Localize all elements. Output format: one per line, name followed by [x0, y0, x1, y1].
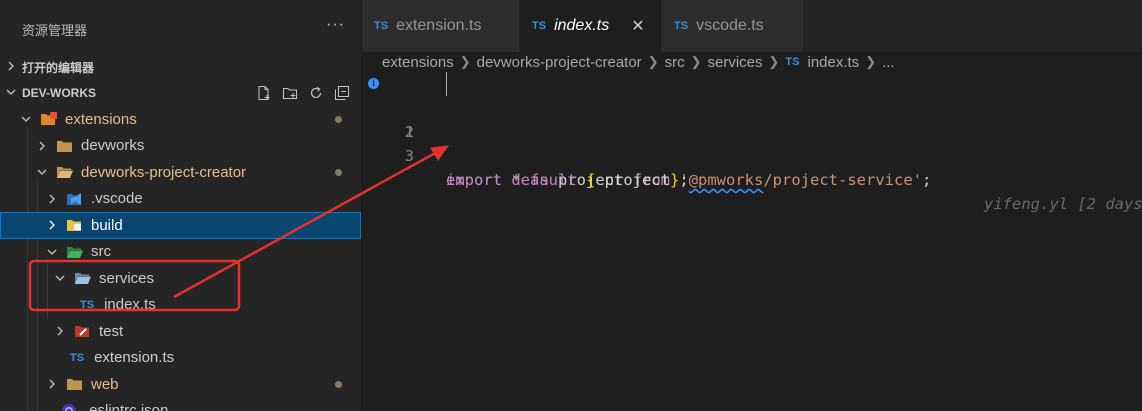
typescript-file-icon: TS [674, 20, 689, 32]
modified-dot [335, 169, 342, 176]
chevron-down-icon [44, 244, 60, 260]
tree-item-devworks-project-creator[interactable]: devworks-project-creator [0, 159, 361, 186]
typescript-file-icon: TS [374, 20, 389, 32]
code-editor[interactable]: i 1 import * as project from '@pmworks/p… [362, 72, 1142, 411]
tab-label: index.ts [554, 17, 610, 34]
workspace-section[interactable]: DEV-WORKS [0, 80, 361, 106]
eslint-icon [60, 403, 78, 411]
breadcrumb-item[interactable]: src [665, 54, 685, 71]
tree-item-extension-ts[interactable]: TS extension.ts [0, 345, 361, 372]
chevron-right-icon: ❯ [647, 54, 659, 69]
explorer-sidebar: 资源管理器 ··· 打开的编辑器 DEV-WORKS extensions de… [0, 0, 362, 411]
refresh-icon[interactable] [307, 84, 325, 102]
git-blame-annotation: yifeng.yl [2 days [984, 195, 1142, 213]
chevron-right-icon: ❯ [459, 54, 471, 69]
tree-item-label: services [99, 269, 155, 287]
tree-item-test[interactable]: test [0, 318, 361, 345]
code-line-1: i 1 import * as project from '@pmworks/p… [362, 72, 1142, 213]
explorer-actions [255, 84, 351, 102]
tree-item-web[interactable]: web [0, 371, 361, 398]
tree-item-label: extension.ts [94, 349, 175, 367]
chevron-down-icon [34, 164, 50, 180]
workspace-label: DEV-WORKS [22, 86, 97, 100]
tab-extension-ts[interactable]: TS extension.ts [362, 0, 520, 52]
chevron-down-icon [0, 87, 22, 100]
breadcrumb-item[interactable]: devworks-project-creator [477, 54, 642, 71]
tab-label: vscode.ts [696, 17, 764, 34]
typescript-file-icon: TS [785, 56, 800, 68]
chevron-right-icon [0, 61, 22, 74]
build-folder-icon [66, 217, 84, 233]
tab-index-ts[interactable]: TS index.ts ✕ [520, 0, 662, 52]
collapse-all-icon[interactable] [333, 84, 351, 102]
new-folder-icon[interactable] [281, 84, 299, 102]
modified-dot [335, 381, 342, 388]
chevron-right-icon [34, 138, 50, 154]
test-folder-icon [74, 323, 92, 339]
tree-item-label: .eslintrc.json [85, 402, 169, 411]
explorer-header: 资源管理器 ··· [0, 0, 361, 54]
extensions-folder-icon [40, 111, 58, 127]
tree-item-src[interactable]: src [0, 239, 361, 266]
folder-open-icon [56, 164, 74, 180]
tab-label: extension.ts [396, 17, 482, 34]
tree-item-extensions[interactable]: extensions [0, 106, 361, 133]
editor-tabs: TS extension.ts TS index.ts ✕ TS vscode.… [362, 0, 1142, 52]
tree-item-build[interactable]: build [0, 212, 361, 239]
chevron-down-icon [18, 111, 34, 127]
tree-item-label: src [91, 243, 111, 261]
more-actions-icon[interactable]: ··· [326, 17, 345, 33]
chevron-right-icon [52, 323, 68, 339]
chevron-right-icon: ❯ [768, 54, 780, 69]
folder-icon [66, 376, 84, 392]
tree-item-eslintrc[interactable]: .eslintrc.json [0, 398, 361, 411]
chevron-down-icon [52, 270, 68, 286]
text-cursor [446, 72, 447, 96]
tree-item-devworks[interactable]: devworks [0, 133, 361, 160]
tree-item-label: devworks-project-creator [81, 163, 247, 181]
code-line-2: 2 [362, 96, 1142, 141]
chevron-right-icon: ❯ [865, 54, 877, 69]
tree-item-label: extensions [65, 110, 137, 128]
src-folder-icon [66, 244, 84, 260]
tree-item-services[interactable]: services [0, 265, 361, 292]
tab-vscode-ts[interactable]: TS vscode.ts [662, 0, 804, 52]
tree-item-label: build [91, 216, 123, 234]
breadcrumb-item[interactable]: extensions [382, 54, 454, 71]
chevron-right-icon: ❯ [690, 54, 702, 69]
close-icon[interactable]: ✕ [631, 16, 644, 36]
typescript-file-icon: TS [80, 298, 95, 311]
tree-item-label: test [99, 322, 124, 340]
tree-item-index-ts[interactable]: TS index.ts [0, 292, 361, 319]
breadcrumb: extensions ❯ devworks-project-creator ❯ … [362, 52, 1142, 72]
breadcrumb-more[interactable]: ... [882, 54, 895, 71]
modified-dot [335, 116, 342, 123]
chevron-right-icon [44, 217, 60, 233]
tree-item-label: web [91, 375, 119, 393]
folder-icon [56, 138, 74, 154]
chevron-right-icon [44, 191, 60, 207]
new-file-icon[interactable] [255, 84, 273, 102]
tree-item-label: devworks [81, 137, 145, 155]
info-icon[interactable]: i [368, 78, 379, 89]
breadcrumb-file[interactable]: index.ts [807, 54, 859, 71]
chevron-right-icon [44, 376, 60, 392]
tree-item-vscode[interactable]: .vscode [0, 186, 361, 213]
services-folder-icon [74, 270, 92, 286]
code-text: export default { project}; [446, 171, 689, 189]
open-editors-section[interactable]: 打开的编辑器 [0, 54, 361, 80]
breadcrumb-item[interactable]: services [708, 54, 763, 71]
tree-item-label: .vscode [91, 190, 143, 208]
code-line-3: 3 export default { project}; [362, 120, 1142, 189]
error-squiggle: @pmworks [688, 171, 764, 189]
open-editors-label: 打开的编辑器 [22, 60, 95, 75]
vscode-folder-icon [66, 191, 84, 207]
line-number: 3 [404, 147, 414, 165]
tree-item-label: index.ts [104, 296, 156, 314]
explorer-title: 资源管理器 [22, 23, 88, 38]
typescript-file-icon: TS [532, 20, 547, 32]
typescript-file-icon: TS [70, 351, 85, 364]
